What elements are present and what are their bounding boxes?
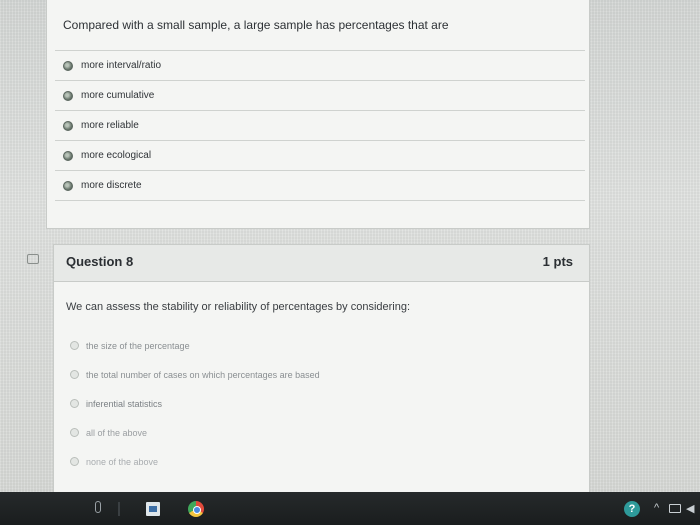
radio-button[interactable] [63, 60, 73, 71]
answer-label: more ecological [81, 150, 152, 161]
answer-option[interactable]: more ecological [55, 140, 585, 170]
answer-option[interactable]: more interval/ratio [55, 50, 585, 80]
network-icon[interactable] [669, 504, 681, 513]
chevron-up-icon[interactable]: ^ [654, 502, 659, 514]
question-7-answers: more interval/ratio more cumulative more… [55, 50, 585, 201]
answer-label: more discrete [81, 180, 142, 191]
answer-option[interactable]: all of the above [66, 418, 576, 447]
help-icon[interactable]: ? [624, 501, 640, 517]
answer-option[interactable]: more discrete [55, 170, 585, 201]
taskbar: ? ^ ◀ [0, 492, 700, 525]
radio-button[interactable] [70, 341, 79, 350]
radio-button[interactable] [63, 150, 73, 161]
answer-option[interactable]: more reliable [55, 110, 585, 140]
answer-label: the size of the percentage [86, 340, 190, 351]
radio-button[interactable] [63, 120, 73, 131]
chrome-browser-icon[interactable] [188, 501, 204, 517]
question-8-answers: the size of the percentage the total num… [66, 331, 576, 476]
radio-button[interactable] [70, 457, 79, 466]
question-8-card: Question 8 1 pts We can assess the stabi… [53, 244, 590, 493]
answer-label: more cumulative [81, 90, 155, 101]
answer-label: more interval/ratio [81, 60, 162, 71]
answer-label: none of the above [86, 456, 159, 467]
question-8-prompt: We can assess the stability or reliabili… [66, 301, 411, 313]
radio-button[interactable] [70, 399, 79, 408]
answer-option[interactable]: the size of the percentage [66, 331, 576, 360]
answer-option[interactable]: more cumulative [55, 80, 585, 110]
taskbar-separator [118, 502, 120, 516]
quiz-page: Compared with a small sample, a large sa… [0, 0, 700, 493]
answer-label: all of the above [86, 427, 148, 438]
microphone-icon[interactable] [95, 501, 101, 513]
volume-icon[interactable]: ◀ [686, 502, 694, 515]
question-points: 1 pts [542, 254, 573, 269]
flag-question-icon[interactable] [27, 254, 39, 264]
question-7-card: Compared with a small sample, a large sa… [46, 0, 590, 229]
radio-button[interactable] [63, 180, 73, 191]
radio-button[interactable] [70, 370, 79, 379]
question-8-header: Question 8 1 pts [54, 245, 589, 282]
answer-label: more reliable [81, 120, 139, 131]
question-title: Question 8 [66, 254, 134, 269]
answer-option[interactable]: inferential statistics [66, 389, 576, 418]
answer-option[interactable]: none of the above [66, 447, 576, 476]
radio-button[interactable] [63, 90, 73, 101]
radio-button[interactable] [70, 428, 79, 437]
question-7-prompt: Compared with a small sample, a large sa… [63, 18, 449, 32]
answer-label: inferential statistics [86, 398, 163, 409]
answer-label: the total number of cases on which perce… [86, 369, 320, 380]
store-app-icon[interactable] [146, 502, 160, 516]
answer-option[interactable]: the total number of cases on which perce… [66, 360, 576, 389]
